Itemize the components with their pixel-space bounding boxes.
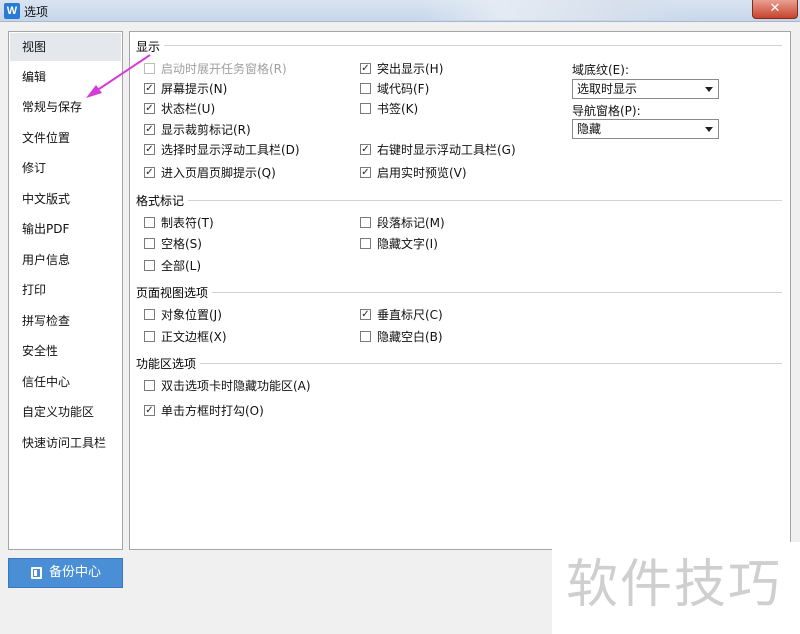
group-divider <box>164 45 782 46</box>
group-title-display: 显示 <box>136 40 161 54</box>
group-divider <box>188 200 782 201</box>
checkbox-box[interactable] <box>144 380 155 391</box>
group-divider <box>212 292 782 293</box>
checkbox-box[interactable] <box>360 103 371 114</box>
field-shading-select[interactable]: 选取时显示 <box>572 79 719 99</box>
sidebar-item-view[interactable]: 视图 <box>10 33 121 61</box>
check-icon[interactable]: ✓ <box>144 124 155 135</box>
chevron-down-icon <box>705 127 713 132</box>
sidebar-item-print[interactable]: 打印 <box>10 276 121 304</box>
sidebar-item-track-changes[interactable]: 修订 <box>10 154 121 182</box>
nav-pane-label: 导航窗格(P): <box>572 104 641 118</box>
checkbox-box[interactable] <box>360 217 371 228</box>
group-title-ribbon: 功能区选项 <box>136 357 197 371</box>
check-icon[interactable]: ✓ <box>360 144 371 155</box>
check-icon[interactable]: ✓ <box>360 309 371 320</box>
checkbox-box[interactable] <box>144 238 155 249</box>
group-divider <box>200 363 782 364</box>
title-bar: W 选项 ✕ <box>0 0 800 22</box>
nav-pane-value: 隐藏 <box>577 122 602 136</box>
backup-center-button[interactable]: 备份中心 <box>8 558 123 588</box>
sidebar-item-chinese-layout[interactable]: 中文版式 <box>10 185 121 213</box>
check-icon[interactable]: ✓ <box>144 103 155 114</box>
check-icon[interactable]: ✓ <box>144 144 155 155</box>
wps-writer-icon: W <box>4 3 20 19</box>
field-shading-label: 域底纹(E): <box>572 63 629 77</box>
chevron-down-icon <box>705 87 713 92</box>
sidebar-item-customize-ribbon[interactable]: 自定义功能区 <box>10 398 121 426</box>
watermark-text: 软件技巧 <box>566 555 783 615</box>
window-title: 选项 <box>24 5 49 19</box>
check-icon[interactable]: ✓ <box>360 63 371 74</box>
checkbox-box[interactable] <box>360 238 371 249</box>
backup-icon <box>31 567 42 579</box>
field-shading-value: 选取时显示 <box>577 82 638 96</box>
checkbox-box[interactable] <box>144 331 155 342</box>
close-button[interactable]: ✕ <box>752 0 798 19</box>
sidebar-item-general-save[interactable]: 常规与保存 <box>10 93 121 121</box>
checkbox-box[interactable] <box>144 260 155 271</box>
check-icon[interactable]: ✓ <box>360 167 371 178</box>
checkbox-box[interactable] <box>360 83 371 94</box>
group-title-format-marks: 格式标记 <box>136 194 185 208</box>
checkbox-box[interactable] <box>360 331 371 342</box>
sidebar-item-spell-check[interactable]: 拼写检查 <box>10 307 121 335</box>
check-icon[interactable]: ✓ <box>144 405 155 416</box>
check-icon[interactable]: ✓ <box>144 83 155 94</box>
group-title-page-view: 页面视图选项 <box>136 286 209 300</box>
title-bar-background-blur <box>420 0 700 20</box>
sidebar-item-edit[interactable]: 编辑 <box>10 63 121 91</box>
checkbox-box[interactable] <box>144 217 155 228</box>
options-content-panel: 显示 启动时展开任务窗格(R) ✓ 屏幕提示(N) ✓ 状态栏(U) ✓ 显示裁… <box>129 31 791 550</box>
nav-pane-select[interactable]: 隐藏 <box>572 119 719 139</box>
sidebar-item-export-pdf[interactable]: 输出PDF <box>10 215 121 243</box>
checkbox-box[interactable] <box>144 309 155 320</box>
sidebar-item-security[interactable]: 安全性 <box>10 337 121 365</box>
sidebar-item-quick-access-toolbar[interactable]: 快速访问工具栏 <box>10 429 121 457</box>
sidebar-item-trust-center[interactable]: 信任中心 <box>10 368 121 396</box>
checkbox-box[interactable] <box>144 63 155 74</box>
options-sidebar: 视图 编辑 常规与保存 文件位置 修订 中文版式 输出PDF 用户信息 打印 拼… <box>8 31 123 550</box>
sidebar-item-user-info[interactable]: 用户信息 <box>10 246 121 274</box>
check-icon[interactable]: ✓ <box>144 167 155 178</box>
sidebar-item-file-locations[interactable]: 文件位置 <box>10 124 121 152</box>
